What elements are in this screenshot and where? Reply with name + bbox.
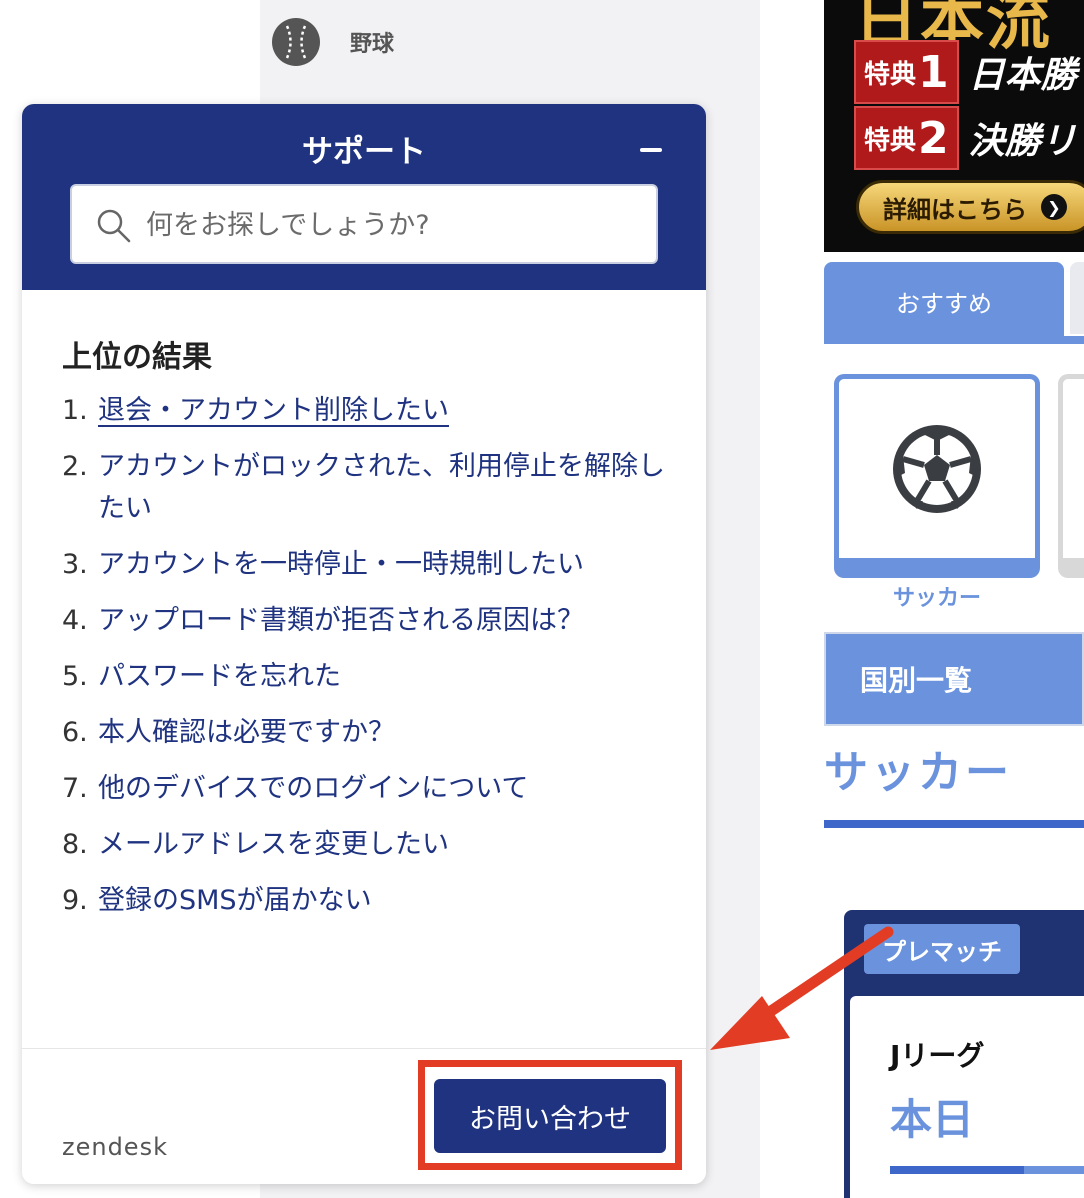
list-item: 6. 本人確認は必要ですか？ [62,712,672,754]
list-item: 4. アップロード書類が拒否される原因は？ [62,600,672,642]
baseball-icon [272,18,320,66]
search-icon [97,209,131,243]
list-item: 9. 登録のSMSが届かない [62,880,672,922]
results-list: 1. 退会・アカウント削除したい 2. アカウントがロックされた、利用停止を解除した… [62,390,672,936]
search-input[interactable] [144,194,638,256]
sidebar-item-baseball[interactable]: 野球 [272,16,394,68]
sport-card-soccer[interactable] [834,374,1040,578]
banner-details-button[interactable]: 詳細はこちら ❯ [856,180,1084,234]
result-link[interactable]: 退会・アカウント削除したい [98,390,449,432]
sidebar-item-label: 野球 [350,32,395,57]
search-box[interactable] [70,184,658,264]
section-heading: サッカー [824,747,1012,798]
perk-text: 決勝リ [968,121,1077,162]
day-label: 本日 [890,1095,975,1144]
league-name: Jリーグ [890,1039,985,1072]
result-number: 3. [62,549,88,580]
results-heading: 上位の結果 [62,340,212,375]
result-number: 7. [62,773,88,804]
minimize-button[interactable] [630,132,674,168]
widget-header: サポート [22,104,706,290]
support-widget: サポート 上位の結果 1. 退会・アカウント削除したい 2. アカウントがロックされ… [22,104,706,1184]
result-link[interactable]: パスワードを忘れた [98,656,341,698]
annotation-arrow-icon [710,926,894,1050]
list-item: 8. メールアドレスを変更したい [62,824,672,866]
perk-tag: 特典 [864,59,917,90]
promo-banner[interactable]: 日本流 特典 1 日本勝 特典 2 決勝リ 詳細はこちら ❯ [824,0,1084,252]
result-link[interactable]: メールアドレスを変更したい [98,824,449,866]
sport-card-label: サッカー [892,586,981,611]
result-number: 1. [62,395,88,426]
perk-number: 1 [918,46,949,98]
sport-card-next[interactable] [1058,374,1084,578]
soccer-ball-icon [893,425,981,513]
tab-underline [824,336,1084,344]
annotation-highlight-box [418,1060,682,1170]
banner-details-label: 詳細はこちら [883,195,1027,224]
list-item: 7. 他のデバイスでのログインについて [62,768,672,810]
result-link[interactable]: アカウントを一時停止・一時規制したい [98,544,584,586]
section-underline [824,820,1084,828]
result-link[interactable]: 他のデバイスでのログインについて [98,768,528,810]
result-number: 5. [62,661,88,692]
banner-perk-2: 特典 2 決勝リ [854,106,1077,170]
zendesk-logo[interactable]: zendesk [62,1133,168,1161]
list-item: 2. アカウントがロックされた、利用停止を解除したい [62,446,672,530]
result-link[interactable]: 登録のSMSが届かない [98,880,372,922]
result-number: 9. [62,885,88,916]
list-item: 5. パスワードを忘れた [62,656,672,698]
result-number: 4. [62,605,88,636]
result-link[interactable]: アップロード書類が拒否される原因は？ [98,600,584,642]
perk-tag: 特典 [864,125,917,156]
result-number: 2. [62,451,88,482]
perk-text: 日本勝 [968,55,1077,96]
country-list-button[interactable]: 国別一覧 [824,632,1084,726]
widget-title: サポート [302,134,426,170]
list-item: 3. アカウントを一時停止・一時規制したい [62,544,672,586]
tab-next[interactable] [1070,262,1084,334]
day-tab-underline-active [890,1166,1024,1174]
result-link[interactable]: 本人確認は必要ですか？ [98,712,395,754]
minimize-icon [640,148,662,152]
result-number: 6. [62,717,88,748]
result-link[interactable]: アカウントがロックされた、利用停止を解除したい [98,446,672,530]
result-number: 8. [62,829,88,860]
banner-perk-1: 特典 1 日本勝 [854,40,1077,104]
tab-recommended[interactable]: おすすめ [824,262,1064,340]
perk-number: 2 [918,112,949,164]
chevron-right-icon: ❯ [1041,194,1067,220]
list-item: 1. 退会・アカウント削除したい [62,390,672,432]
